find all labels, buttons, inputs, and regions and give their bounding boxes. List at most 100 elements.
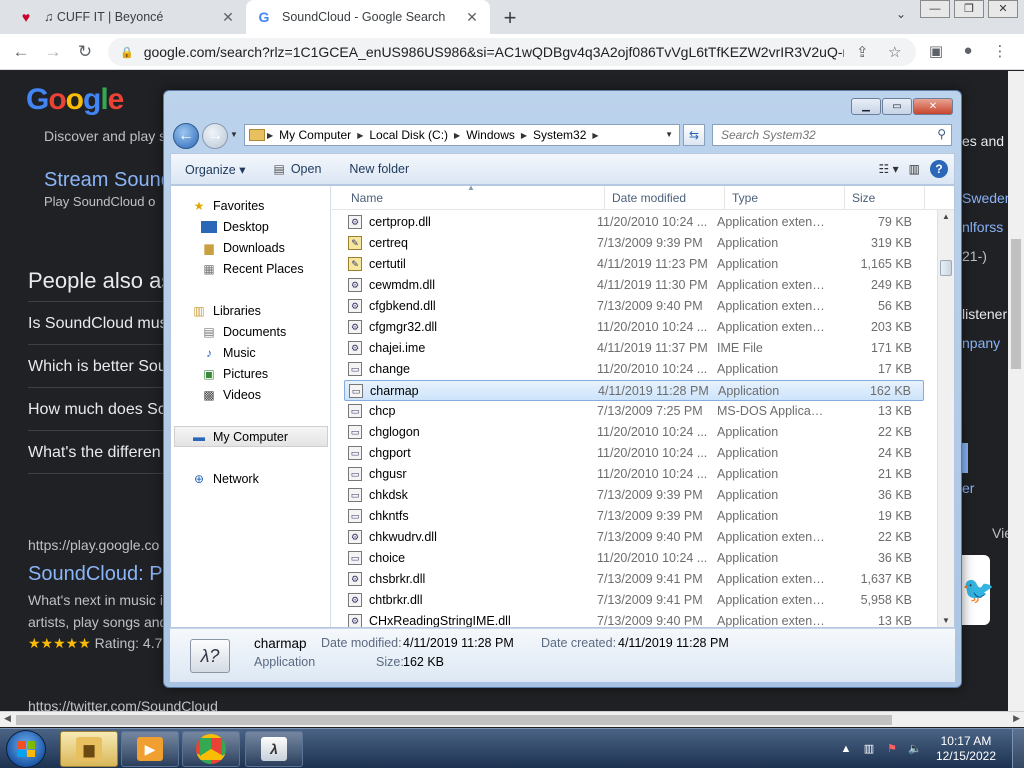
taskbar-charmap[interactable]: λ	[245, 731, 303, 767]
address-bar[interactable]: 🔒 google.com/search?rlz=1C1GCEA_enUS986U…	[108, 38, 916, 66]
file-row[interactable]: ▭ chcp 7/13/2009 7:25 PM MS-DOS Applicati..…	[344, 401, 924, 422]
column-type[interactable]: Type	[732, 191, 758, 205]
share-icon[interactable]: ⇪	[856, 43, 869, 61]
column-name[interactable]: Name	[351, 191, 383, 205]
scroll-left-icon[interactable]: ◀	[4, 713, 11, 724]
close-icon[interactable]: ✕	[220, 9, 236, 26]
button-fragment[interactable]	[962, 443, 968, 473]
forward-arrow-icon[interactable]: →	[202, 123, 228, 149]
tab-cuff-it[interactable]: ♥ ♫ CUFF IT | Beyoncé ✕	[8, 0, 246, 34]
google-logo[interactable]: Google	[26, 83, 124, 117]
file-row[interactable]: ▭ change 11/20/2010 10:24 ... Application 17…	[344, 359, 924, 380]
search-icon[interactable]: ⚲	[937, 127, 946, 141]
volume-icon[interactable]: 🔈	[907, 741, 923, 757]
file-row[interactable]: ▭ chgusr 11/20/2010 10:24 ... Application 21…	[344, 464, 924, 485]
explorer-maximize-button[interactable]: ▭	[882, 98, 912, 115]
back-button[interactable]: ←	[10, 41, 32, 63]
refresh-button[interactable]: ⇆	[683, 124, 705, 146]
file-row[interactable]: ✎ certutil 4/11/2019 11:23 PM Application 1,…	[344, 254, 924, 275]
nav-downloads[interactable]: ▆ Downloads	[201, 237, 284, 258]
preview-pane-icon[interactable]: ▥	[909, 162, 920, 176]
file-row[interactable]: ⚙ chkwudrv.dll 7/13/2009 9:40 PM Applicatio…	[344, 527, 924, 548]
file-row[interactable]: ▭ chkdsk 7/13/2009 9:39 PM Application 36 KB	[344, 485, 924, 506]
nav-libraries[interactable]: ▥ Libraries	[191, 300, 261, 321]
page-vertical-scrollbar[interactable]	[1008, 71, 1024, 711]
recent-pages-dropdown[interactable]: ▼	[230, 130, 238, 139]
file-row[interactable]: ⚙ cewmdm.dll 4/11/2019 11:30 PM Application…	[344, 275, 924, 296]
nav-documents[interactable]: ▤ Documents	[201, 321, 286, 342]
reload-button[interactable]: ↻	[74, 41, 96, 63]
maximize-button[interactable]: ❐	[954, 0, 984, 18]
file-row[interactable]: ⚙ cfgbkend.dll 7/13/2009 9:40 PM Applicatio…	[344, 296, 924, 317]
breadcrumb-local-disk[interactable]: Local Disk (C:)	[363, 128, 454, 142]
file-row[interactable]: ⚙ certprop.dll 11/20/2010 10:24 ... Applica…	[344, 212, 924, 233]
show-desktop-button[interactable]	[1012, 729, 1024, 768]
nav-my-computer[interactable]: ▬ My Computer	[174, 426, 328, 447]
scroll-down-icon[interactable]: ▼	[942, 616, 950, 625]
menu-dots-icon[interactable]: ⋮	[990, 42, 1010, 62]
page-horizontal-scrollbar[interactable]: ◀ ▶	[0, 711, 1024, 727]
open-button[interactable]: ▤ Open	[259, 162, 335, 176]
column-size[interactable]: Size	[852, 191, 875, 205]
scroll-thumb[interactable]	[940, 260, 952, 276]
twitter-icon[interactable]: 🐦	[962, 555, 994, 625]
file-list-scrollbar[interactable]: ▲ ▼	[937, 210, 954, 627]
new-tab-button[interactable]: +	[498, 5, 522, 31]
show-hidden-icons[interactable]: ▲	[838, 741, 854, 757]
profile-avatar-icon[interactable]: ●	[958, 42, 978, 62]
file-row[interactable]: ▭ choice 11/20/2010 10:24 ... Application 36…	[344, 548, 924, 569]
close-icon[interactable]: ✕	[464, 9, 480, 26]
clock[interactable]: 10:17 AM 12/15/2022	[936, 734, 996, 764]
question-2[interactable]: Which is better Sou	[28, 358, 167, 376]
file-row[interactable]: ▭ chgport 11/20/2010 10:24 ... Application 2…	[344, 443, 924, 464]
question-3[interactable]: How much does Sc	[28, 401, 166, 419]
file-row[interactable]: ▭ chglogon 11/20/2010 10:24 ... Application…	[344, 422, 924, 443]
question-1[interactable]: Is SoundCloud mus	[28, 315, 168, 333]
scroll-thumb[interactable]	[1011, 239, 1021, 369]
nav-network[interactable]: ⊕ Network	[191, 468, 259, 489]
taskbar-explorer[interactable]: ▆	[60, 731, 118, 767]
bookmark-star-icon[interactable]: ☆	[888, 43, 901, 61]
new-folder-button[interactable]: New folder	[335, 162, 423, 176]
file-row[interactable]: ⚙ chtbrkr.dll 7/13/2009 9:41 PM Application…	[344, 590, 924, 611]
help-icon[interactable]: ?	[930, 160, 948, 178]
right-fragment[interactable]: er	[962, 480, 974, 496]
file-row[interactable]: ✎ certreq 7/13/2009 9:39 PM Application 319 …	[344, 233, 924, 254]
tab-search-icon[interactable]: ⌄	[896, 7, 906, 21]
file-row[interactable]: ⚙ chajei.ime 4/11/2019 11:37 PM IME File 171…	[344, 338, 924, 359]
scroll-right-icon[interactable]: ▶	[1013, 713, 1020, 724]
right-fragment[interactable]: Sweden	[962, 190, 1013, 206]
view-options-icon[interactable]: ☷ ▾	[879, 162, 899, 176]
nav-music[interactable]: ♪ Music	[201, 342, 256, 363]
minimize-button[interactable]: —	[920, 0, 950, 18]
scroll-thumb[interactable]	[16, 715, 892, 725]
breadcrumb-my-computer[interactable]: My Computer	[273, 128, 357, 142]
search-box[interactable]: ⚲	[712, 124, 952, 146]
taskbar-media-player[interactable]: ▶	[121, 731, 179, 767]
explorer-minimize-button[interactable]: ▁	[851, 98, 881, 115]
nav-favorites[interactable]: ★ Favorites	[191, 195, 265, 216]
close-button[interactable]: ✕	[988, 0, 1018, 18]
forward-button[interactable]: →	[42, 41, 64, 63]
file-row[interactable]: ⚙ CHxReadingStringIME.dll 7/13/2009 9:40 P…	[344, 611, 924, 627]
right-fragment[interactable]: npany	[962, 335, 1000, 351]
address-dropdown-icon[interactable]: ▼	[665, 130, 673, 139]
search-input[interactable]	[721, 128, 921, 142]
taskbar-chrome[interactable]	[182, 731, 240, 767]
stream-soundcloud-link[interactable]: Stream Sound	[44, 169, 172, 192]
scroll-up-icon[interactable]: ▲	[942, 212, 950, 221]
breadcrumb-windows[interactable]: Windows	[460, 128, 521, 142]
network-tray-icon[interactable]: ▥	[861, 741, 877, 757]
file-row[interactable]: ⚙ cfgmgr32.dll 11/20/2010 10:24 ... Applica…	[344, 317, 924, 338]
question-4[interactable]: What's the differen	[28, 444, 161, 462]
breadcrumb-system32[interactable]: System32	[527, 128, 592, 142]
start-button[interactable]	[6, 730, 46, 768]
action-center-icon[interactable]: ⚑	[884, 741, 900, 757]
file-row[interactable]: ▭ chkntfs 7/13/2009 9:39 PM Application 19 K…	[344, 506, 924, 527]
tab-soundcloud-search[interactable]: G SoundCloud - Google Search ✕	[246, 0, 490, 34]
side-panel-icon[interactable]: ▣	[926, 42, 946, 62]
organize-button[interactable]: Organize ▾	[171, 162, 259, 177]
nav-desktop[interactable]: Desktop	[201, 216, 269, 237]
right-fragment[interactable]: nlforss	[962, 219, 1003, 235]
column-date-modified[interactable]: Date modified	[612, 191, 686, 205]
